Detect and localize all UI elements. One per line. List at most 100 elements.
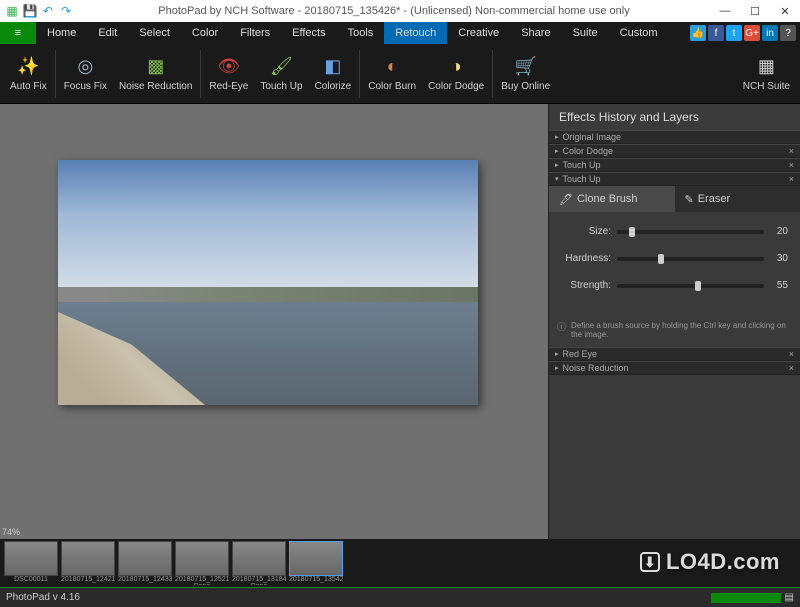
undo-icon[interactable]: ↶ bbox=[40, 3, 56, 19]
separator bbox=[55, 50, 56, 98]
minimize-button[interactable]: — bbox=[710, 0, 740, 22]
thumbnail-item[interactable]: 20180715_125217-Pano bbox=[175, 541, 229, 585]
status-right: ▤ bbox=[711, 592, 794, 603]
tool-touch-up[interactable]: 🖌Touch Up bbox=[254, 46, 308, 102]
thumbnail-item-selected[interactable]: 20180715_135426 bbox=[289, 541, 343, 585]
linkedin-icon[interactable]: in bbox=[762, 25, 778, 41]
googleplus-icon[interactable]: G+ bbox=[744, 25, 760, 41]
redo-icon[interactable]: ↷ bbox=[58, 3, 74, 19]
strength-label: Strength: bbox=[561, 280, 617, 291]
canvas-area[interactable]: 74% bbox=[0, 104, 548, 539]
menu-edit[interactable]: Edit bbox=[87, 22, 128, 44]
watermark-text: LO4D.com bbox=[666, 549, 780, 575]
slider-thumb[interactable] bbox=[695, 281, 701, 291]
tab-eraser[interactable]: ✎ Eraser bbox=[675, 186, 800, 212]
window-title: PhotoPad by NCH Software - 20180715_1354… bbox=[78, 5, 710, 17]
tool-color-dodge[interactable]: ◑Color Dodge bbox=[422, 46, 490, 102]
close-button[interactable]: ✕ bbox=[770, 0, 800, 22]
menu-creative[interactable]: Creative bbox=[447, 22, 510, 44]
menu-tools[interactable]: Tools bbox=[337, 22, 385, 44]
separator bbox=[359, 50, 360, 98]
thumbs-up-icon[interactable]: 👍 bbox=[690, 25, 706, 41]
noise-icon: ▩ bbox=[145, 55, 167, 77]
layer-original-image[interactable]: ▸Original Image bbox=[549, 130, 800, 144]
grid-icon: ▦ bbox=[755, 55, 777, 77]
tool-label: Red-Eye bbox=[209, 81, 248, 92]
tool-colorize[interactable]: ◧Colorize bbox=[309, 46, 358, 102]
tool-focus-fix[interactable]: ◎Focus Fix bbox=[58, 46, 113, 102]
slider-thumb[interactable] bbox=[658, 254, 664, 264]
app-menu-button[interactable]: ≡ bbox=[0, 22, 36, 44]
menu-effects[interactable]: Effects bbox=[281, 22, 336, 44]
separator bbox=[492, 50, 493, 98]
slider-thumb[interactable] bbox=[629, 227, 635, 237]
tool-label: NCH Suite bbox=[743, 81, 790, 92]
prop-size: Size: 20 bbox=[561, 226, 788, 237]
close-icon[interactable]: × bbox=[789, 363, 794, 373]
menu-home[interactable]: Home bbox=[36, 22, 87, 44]
thumbnail-item[interactable]: 20180715_124218 bbox=[61, 541, 115, 585]
menu-retouch[interactable]: Retouch bbox=[384, 22, 447, 44]
new-icon[interactable]: ▦ bbox=[4, 3, 20, 19]
hardness-slider[interactable] bbox=[617, 257, 764, 261]
layer-label: Touch Up bbox=[563, 160, 601, 170]
image-canvas[interactable] bbox=[58, 160, 478, 405]
eraser-icon: ✎ bbox=[685, 193, 694, 206]
layer-color-dodge[interactable]: ▸Color Dodge× bbox=[549, 144, 800, 158]
thumb-image bbox=[289, 541, 343, 576]
chevron-right-icon: ▸ bbox=[555, 350, 559, 358]
chevron-right-icon: ▸ bbox=[555, 161, 559, 169]
prop-strength: Strength: 55 bbox=[561, 280, 788, 291]
layer-label: Noise Reduction bbox=[563, 363, 629, 373]
menu-color[interactable]: Color bbox=[181, 22, 229, 44]
tool-auto-fix[interactable]: ✨Auto Fix bbox=[4, 46, 53, 102]
layer-red-eye[interactable]: ▸Red Eye× bbox=[549, 347, 800, 361]
tool-label: Auto Fix bbox=[10, 81, 47, 92]
facebook-icon[interactable]: f bbox=[708, 25, 724, 41]
menu-suite[interactable]: Suite bbox=[562, 22, 609, 44]
tool-color-burn[interactable]: ◐Color Burn bbox=[362, 46, 422, 102]
size-slider[interactable] bbox=[617, 230, 764, 234]
tool-label: Color Dodge bbox=[428, 81, 484, 92]
thumb-label: 20180715_135426 bbox=[289, 576, 343, 585]
layer-noise-reduction[interactable]: ▸Noise Reduction× bbox=[549, 361, 800, 375]
status-menu-icon[interactable]: ▤ bbox=[785, 592, 794, 603]
tool-nch-suite[interactable]: ▦ NCH Suite bbox=[737, 46, 796, 102]
strength-slider[interactable] bbox=[617, 284, 764, 288]
layer-touch-up-expanded[interactable]: ▾Touch Up× bbox=[549, 172, 800, 186]
thumb-image bbox=[118, 541, 172, 576]
close-icon[interactable]: × bbox=[789, 146, 794, 156]
save-icon[interactable]: 💾 bbox=[22, 3, 38, 19]
thumb-label: 20180715_124218 bbox=[61, 576, 115, 585]
close-icon[interactable]: × bbox=[789, 160, 794, 170]
thumb-label: 20180715_124334 bbox=[118, 576, 172, 585]
brush-icon: 🖊 bbox=[559, 193, 573, 206]
thumb-image bbox=[4, 541, 58, 576]
menu-custom[interactable]: Custom bbox=[609, 22, 669, 44]
chevron-down-icon: ▾ bbox=[555, 175, 559, 183]
menu-share[interactable]: Share bbox=[510, 22, 561, 44]
thumbnail-item[interactable]: 20180715_124334 bbox=[118, 541, 172, 585]
close-icon[interactable]: × bbox=[789, 174, 794, 184]
tab-label: Eraser bbox=[698, 193, 730, 205]
tool-label: Noise Reduction bbox=[119, 81, 192, 92]
tool-buy-online[interactable]: 🛒Buy Online bbox=[495, 46, 556, 102]
tool-noise-reduction[interactable]: ▩ Noise Reduction bbox=[113, 46, 198, 102]
zoom-level: 74% bbox=[2, 527, 20, 537]
size-value: 20 bbox=[764, 226, 788, 237]
thumbnail-item[interactable]: DSC00011 bbox=[4, 541, 58, 585]
maximize-button[interactable]: ☐ bbox=[740, 0, 770, 22]
menu-filters[interactable]: Filters bbox=[229, 22, 281, 44]
twitter-icon[interactable]: t bbox=[726, 25, 742, 41]
menu-select[interactable]: Select bbox=[128, 22, 181, 44]
status-version: PhotoPad v 4.16 bbox=[6, 592, 80, 603]
chevron-right-icon: ▸ bbox=[555, 133, 559, 141]
help-icon[interactable]: ? bbox=[780, 25, 796, 41]
close-icon[interactable]: × bbox=[789, 349, 794, 359]
tab-clone-brush[interactable]: 🖊Clone Brush bbox=[549, 186, 675, 212]
layer-touch-up[interactable]: ▸ Touch Up × bbox=[549, 158, 800, 172]
tool-label: Colorize bbox=[315, 81, 352, 92]
cart-icon: 🛒 bbox=[515, 55, 537, 77]
thumbnail-item[interactable]: 20180715_131840-Pano bbox=[232, 541, 286, 585]
tool-red-eye[interactable]: 👁Red-Eye bbox=[203, 46, 254, 102]
